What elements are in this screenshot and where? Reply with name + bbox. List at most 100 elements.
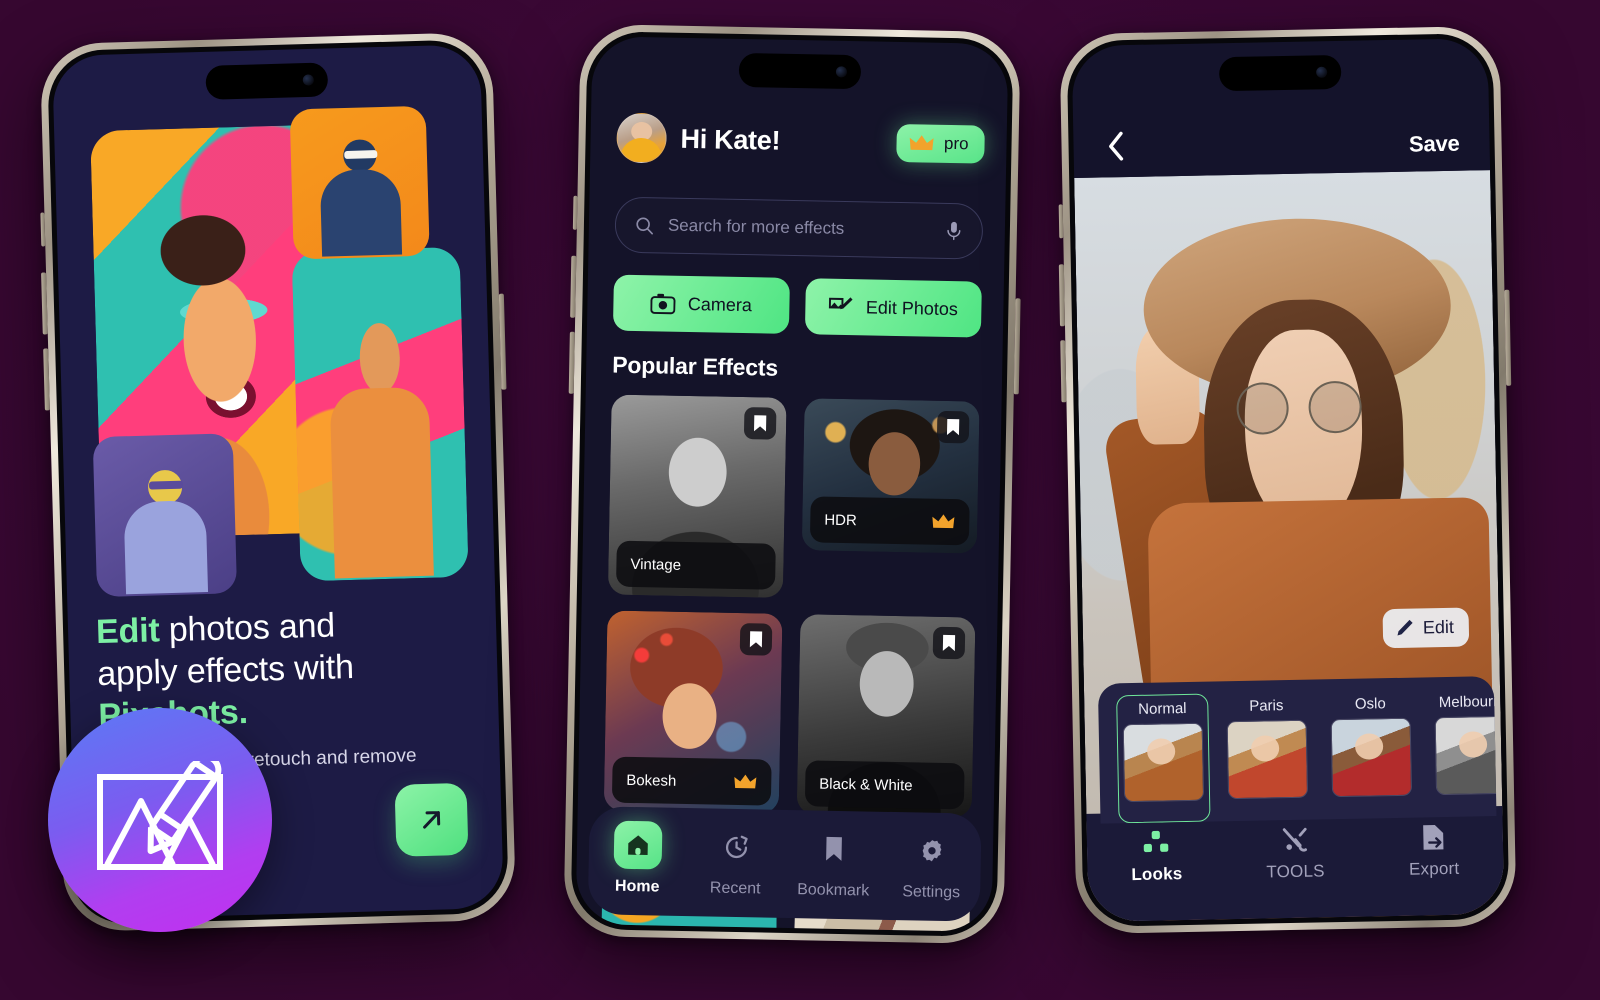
effect-label: HDR — [824, 511, 857, 529]
tab-home-label: Home — [614, 877, 660, 896]
crown-icon — [734, 774, 757, 789]
history-icon-wrap — [712, 823, 761, 872]
looks-carousel[interactable]: Normal Paris Oslo Melbourne — [1097, 676, 1497, 824]
toolbar-item-tools[interactable]: TOOLS — [1225, 825, 1365, 884]
look-thumbnail — [1226, 719, 1309, 800]
effect-card-bokesh[interactable]: Bokesh — [603, 610, 783, 814]
look-thumbnail — [1122, 722, 1205, 803]
collage-tile-orange-poster-portrait — [289, 105, 430, 260]
effect-label: Black & White — [819, 775, 913, 794]
phone3-power-button[interactable] — [1504, 289, 1512, 386]
dynamic-island — [738, 52, 862, 90]
phone1-volume-up[interactable] — [41, 272, 48, 335]
camera-button-label: Camera — [687, 293, 753, 315]
phone-home: Hi Kate! pro Search for more effects Cam… — [563, 23, 1021, 945]
save-button[interactable]: Save — [1409, 131, 1460, 158]
search-input[interactable]: Search for more effects — [614, 196, 984, 260]
bookmark-button[interactable] — [743, 407, 777, 440]
bookmark-icon — [754, 415, 767, 432]
editor-toolbar: Looks TOOLS Export — [1086, 805, 1505, 922]
looks-blocks-icon — [1144, 830, 1169, 853]
pro-badge[interactable]: pro — [896, 123, 985, 164]
section-title: Popular Effects — [612, 351, 779, 381]
effect-label: Vintage — [630, 555, 682, 574]
look-thumbnail — [1434, 715, 1497, 796]
tab-home[interactable]: Home — [588, 820, 687, 897]
toolbar-item-export[interactable]: Export — [1364, 822, 1504, 881]
collage-tile-teal-pink-portrait — [291, 246, 469, 582]
look-label: Melbourne — [1438, 692, 1497, 712]
avatar[interactable] — [616, 112, 668, 164]
tab-settings-label: Settings — [902, 883, 961, 902]
search-placeholder: Search for more effects — [667, 215, 845, 238]
phone1-volume-down[interactable] — [43, 348, 50, 411]
phone1-power-button[interactable] — [498, 293, 507, 390]
headline-accent-edit: Edit — [95, 611, 161, 652]
greeting-text: Hi Kate! — [680, 123, 781, 156]
showcase-stage: Edit photos and apply effects with Pixsh… — [0, 0, 1600, 1000]
bookmark-icon — [946, 418, 960, 436]
phone2-mute-switch[interactable] — [572, 195, 578, 230]
pixshots-logo — [48, 708, 272, 932]
phone-editor: Save Edit Normal Paris Oslo Melbourne Lo… — [1058, 25, 1517, 935]
effect-caption: Vintage — [615, 540, 776, 590]
edit-photos-button[interactable]: Edit Photos — [804, 278, 982, 338]
effect-caption: HDR — [809, 496, 970, 546]
back-button[interactable] — [1099, 129, 1134, 164]
bookmark-button[interactable] — [739, 623, 773, 656]
gear-icon — [922, 840, 942, 862]
phone3-mute-switch[interactable] — [1058, 204, 1064, 239]
history-icon — [725, 835, 748, 858]
look-item-paris[interactable]: Paris — [1220, 692, 1314, 822]
look-item-normal[interactable]: Normal — [1116, 693, 1211, 824]
phone3-volume-up[interactable] — [1058, 264, 1066, 327]
phone3-screen: Save Edit Normal Paris Oslo Melbourne Lo… — [1071, 38, 1505, 922]
tab-recent-label: Recent — [709, 879, 761, 898]
phone2-volume-down[interactable] — [568, 331, 575, 394]
next-button[interactable] — [394, 782, 469, 857]
effect-caption: Black & White — [804, 760, 965, 810]
camera-icon — [650, 293, 676, 315]
crown-icon — [910, 135, 935, 151]
edit-button[interactable]: Edit — [1382, 607, 1470, 649]
tab-recent[interactable]: Recent — [686, 822, 785, 899]
collage-group — [75, 97, 469, 598]
gear-icon-wrap — [908, 826, 957, 875]
phone2-screen: Hi Kate! pro Search for more effects Cam… — [575, 36, 1009, 932]
microphone-icon[interactable] — [944, 220, 964, 242]
bookmark-button[interactable] — [936, 410, 970, 444]
toolbar-item-looks[interactable]: Looks — [1087, 827, 1227, 886]
tab-settings[interactable]: Settings — [882, 826, 981, 903]
look-label: Normal — [1138, 699, 1187, 718]
phone1-mute-switch[interactable] — [40, 212, 46, 247]
effect-card-vintage[interactable]: Vintage — [607, 394, 787, 598]
edit-button-label: Edit — [1422, 616, 1455, 638]
phone2-volume-up[interactable] — [570, 255, 577, 318]
tab-bookmark[interactable]: Bookmark — [784, 824, 883, 901]
toolbar-looks-label: Looks — [1131, 864, 1183, 885]
look-thumbnail — [1330, 717, 1413, 798]
photo-pencil-icon — [97, 761, 223, 870]
camera-button[interactable]: Camera — [612, 274, 790, 334]
arrow-up-right-icon — [423, 811, 441, 829]
headline-rest: photos and — [158, 606, 336, 650]
tab-bookmark-label: Bookmark — [797, 881, 870, 900]
look-item-melbourne[interactable]: Melbourne — [1428, 688, 1497, 818]
effect-card-black-and-white[interactable]: Black & White — [796, 614, 976, 818]
bookmark-icon — [749, 631, 763, 648]
chevron-left-icon — [1109, 131, 1124, 161]
dynamic-island — [205, 62, 329, 100]
collage-tile-purple-poster-portrait — [92, 433, 238, 598]
effect-card-hdr[interactable]: HDR — [801, 398, 980, 554]
home-header: Hi Kate! pro — [616, 112, 985, 170]
pencil-icon — [1397, 619, 1413, 636]
phone2-power-button[interactable] — [1013, 298, 1021, 395]
bookmark-icon — [942, 634, 956, 652]
effect-label: Bokesh — [626, 771, 677, 790]
phone3-volume-down[interactable] — [1060, 340, 1067, 403]
look-item-oslo[interactable]: Oslo — [1324, 690, 1418, 820]
export-icon — [1422, 825, 1444, 850]
tools-icon — [1282, 827, 1307, 852]
look-label: Paris — [1249, 697, 1284, 715]
bookmark-button[interactable] — [932, 626, 966, 660]
